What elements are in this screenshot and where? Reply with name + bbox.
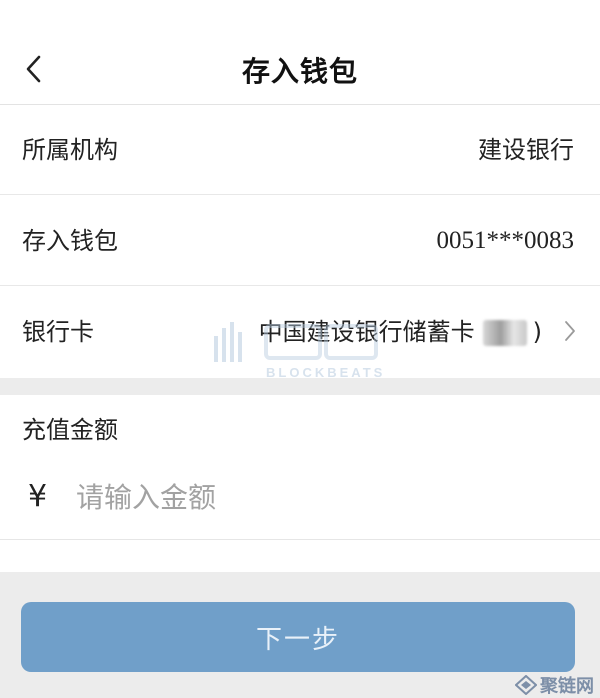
nav-header: 存入钱包	[0, 0, 600, 105]
wallet-id-value: 0051***0083	[436, 227, 575, 254]
wallet-label: 存入钱包	[22, 227, 118, 255]
bank-card-value: 中国建设银行储蓄卡)	[259, 287, 542, 377]
brand-logo-icon	[515, 675, 537, 695]
brand-watermark: 聚链网	[515, 673, 594, 697]
amount-label: 充值金额	[22, 416, 118, 444]
bank-card-row[interactable]: 银行卡 中国建设银行储蓄卡)	[0, 287, 600, 377]
institution-value: 建设银行	[478, 136, 574, 164]
masked-card-number	[482, 320, 527, 346]
institution-row: 所属机构 建设银行	[0, 105, 600, 195]
page-title: 存入钱包	[241, 55, 358, 88]
brand-text: 聚链网	[540, 676, 594, 697]
bank-card-name: 中国建设银行储蓄卡	[258, 318, 475, 346]
wallet-row: 存入钱包 0051***0083	[0, 196, 600, 286]
amount-spacer	[0, 540, 600, 572]
chevron-right-icon	[565, 321, 575, 341]
wallet-info-list: 所属机构 建设银行 存入钱包 0051***0083 银行卡 中国建设银行储蓄卡…	[0, 105, 600, 378]
amount-input[interactable]	[76, 475, 556, 519]
bank-card-suffix: )	[532, 318, 542, 346]
section-divider	[0, 378, 600, 395]
currency-symbol: ¥	[28, 479, 48, 514]
amount-section: 充值金额 ¥	[0, 395, 600, 540]
next-step-button[interactable]: 下一步	[21, 602, 575, 672]
bank-card-label: 银行卡	[22, 318, 94, 346]
institution-label: 所属机构	[22, 136, 118, 164]
